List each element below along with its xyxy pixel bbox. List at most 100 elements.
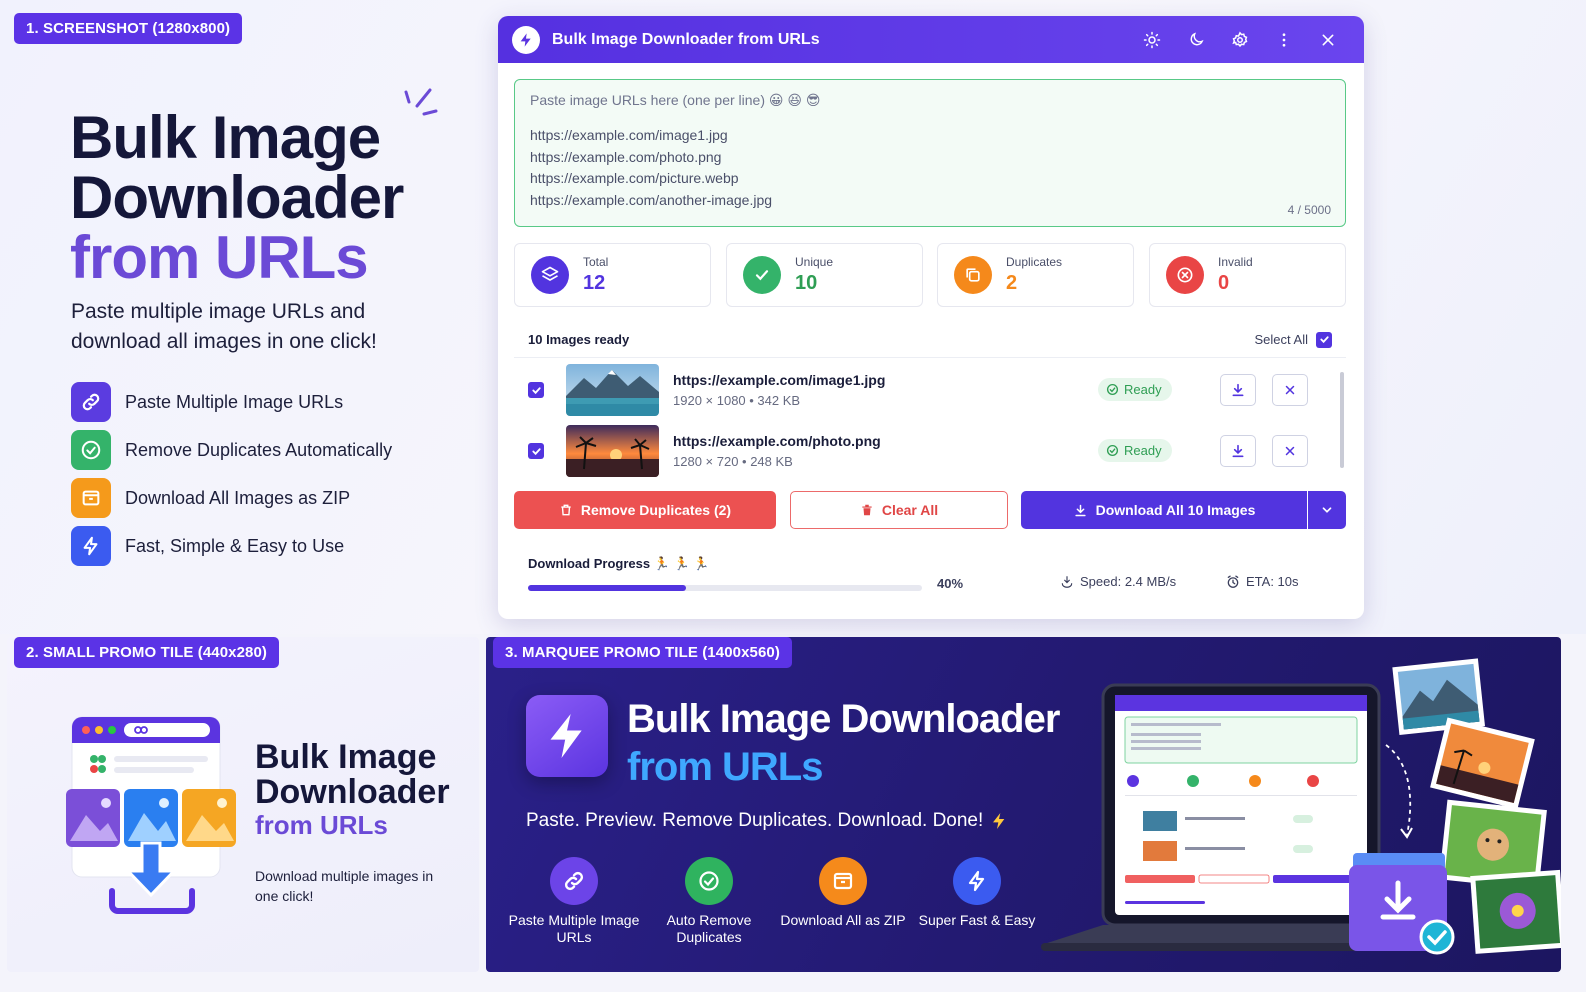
link-icon (71, 382, 111, 422)
select-all-checkbox[interactable] (1316, 331, 1332, 348)
images-ready-count: 10 Images ready (528, 332, 630, 347)
bolt-icon (71, 526, 111, 566)
remove-image-button[interactable] (1272, 374, 1308, 406)
hero-subtitle: Paste multiple image URLs and download a… (71, 300, 377, 353)
stat-value: 2 (1006, 272, 1018, 294)
stat-label: Unique (795, 255, 834, 269)
feature-fast: Fast, Simple & Easy to Use (71, 526, 344, 566)
image-thumbnail-sunset-palms (566, 425, 659, 477)
download-speed-text: Speed: 2.4 MB/s (1080, 574, 1177, 589)
remove-duplicates-button[interactable]: Remove Duplicates (2) (514, 491, 776, 529)
download-speed-icon (1061, 575, 1073, 588)
download-progress: Download Progress 🏃 🏃 🏃 40% Speed: 2.4 M… (514, 546, 1346, 606)
stat-value: 0 (1218, 272, 1230, 294)
select-all[interactable]: Select All (1255, 331, 1332, 348)
check-circle-icon (1106, 383, 1119, 396)
clear-all-button[interactable]: Clear All (790, 491, 1008, 529)
list-scrollbar[interactable] (1340, 372, 1344, 468)
app-title: Bulk Image Downloader from URLs (552, 30, 820, 48)
marquee-feature-duplicates: Auto Remove Duplicates (639, 857, 779, 946)
image-list: 10 Images ready Select All https://examp… (514, 322, 1346, 482)
url-textarea-placeholder: Paste image URLs here (one per line) 😀 😆… (530, 92, 821, 108)
feature-label: Fast, Simple & Easy to Use (125, 535, 345, 556)
stat-value: 10 (795, 272, 818, 294)
download-all-label: Download All 10 Images (1095, 502, 1256, 518)
screenshot-section: 1. SCREENSHOT (1280x800) Bulk Image Down… (0, 0, 1586, 634)
image-meta: 1920 × 1080 • 342 KB (673, 393, 801, 408)
marquee-title: Bulk Image Downloader from URLs (627, 695, 1060, 791)
stat-invalid: Invalid 0 (1149, 243, 1346, 307)
feature-label: Remove Duplicates Automatically (125, 439, 393, 460)
download-image-button[interactable] (1220, 374, 1256, 406)
hero-title-accent: from URLs (70, 224, 369, 291)
small-promo-subtitle: Download multiple images in one click! (255, 868, 434, 904)
close-icon (1285, 385, 1295, 395)
download-image-button[interactable] (1220, 435, 1256, 467)
sparkle-decoration (404, 88, 438, 116)
archive-icon (71, 478, 111, 518)
progress-track (528, 585, 922, 591)
promo-illustration (66, 716, 236, 914)
image-checkbox[interactable] (528, 443, 544, 459)
app-window: Bulk Image Downloader from URLs Paste im… (498, 16, 1364, 619)
close-icon[interactable] (1306, 25, 1350, 55)
image-thumbnail-mountain-lake (566, 364, 659, 416)
small-promo-title-line: Downloader (255, 773, 450, 811)
image-url: https://example.com/image1.jpg (673, 372, 886, 388)
dark-theme-icon[interactable] (1174, 25, 1218, 55)
download-icon (1075, 504, 1086, 516)
app-logo-bolt-icon (512, 25, 540, 54)
remove-duplicates-label: Remove Duplicates (2) (580, 502, 732, 518)
feature-label: Paste Multiple Image URLs (125, 391, 344, 412)
eta-text: ETA: 10s (1246, 574, 1299, 589)
stat-total: Total 12 (514, 243, 711, 307)
download-options-dropdown[interactable] (1308, 491, 1346, 529)
hero-title: Bulk Image Downloader from URLs (70, 104, 404, 291)
url-textarea[interactable]: Paste image URLs here (one per line) 😀 😆… (514, 79, 1346, 227)
progress-percent: 40% (937, 576, 964, 591)
marquee-feature-zip: Download All as ZIP (773, 857, 913, 929)
small-promo-title-line: Bulk Image (255, 738, 437, 776)
settings-gear-icon[interactable] (1218, 25, 1262, 55)
hero-title-line: Downloader (70, 164, 404, 231)
progress-label: Download Progress 🏃 🏃 🏃 (528, 556, 710, 571)
section-tag: 3. MARQUEE PROMO TILE (1400x560) (493, 637, 792, 668)
download-all-button[interactable]: Download All 10 Images (1021, 491, 1307, 529)
url-line: https://example.com/another-image.jpg (530, 191, 773, 208)
alarm-clock-icon (1227, 575, 1239, 588)
small-promo-title: Bulk Image Downloader from URLs (255, 738, 450, 841)
check-icon (743, 256, 781, 294)
layers-icon (531, 256, 569, 294)
progress-fill (528, 585, 686, 591)
feature-zip: Download All Images as ZIP (71, 478, 350, 518)
stat-unique: Unique 10 (726, 243, 923, 307)
check-circle-icon (71, 430, 111, 470)
image-checkbox[interactable] (528, 382, 544, 398)
link-icon (550, 857, 598, 905)
status-label: Ready (1124, 382, 1162, 397)
feature-paste: Paste Multiple Image URLs (71, 382, 343, 422)
stat-duplicates: Duplicates 2 (937, 243, 1134, 307)
status-badge: Ready (1098, 439, 1172, 462)
marquee-promo-section: 3. MARQUEE PROMO TILE (1400x560) Bulk Im… (486, 637, 1561, 972)
marquee-feature-label: Super Fast & Easy (918, 912, 1036, 928)
more-vertical-icon[interactable] (1262, 25, 1306, 55)
small-promo-title-accent: from URLs (255, 810, 388, 840)
archive-icon (819, 857, 867, 905)
image-url: https://example.com/photo.png (673, 433, 881, 449)
marquee-feature-label: Paste Multiple Image URLs (508, 912, 640, 945)
download-icon (1232, 383, 1244, 397)
marquee-feature-label: Download All as ZIP (780, 912, 906, 928)
status-badge: Ready (1098, 378, 1172, 401)
light-theme-icon[interactable] (1130, 25, 1174, 55)
feature-label: Download All Images as ZIP (125, 487, 351, 508)
marquee-tagline-text: Paste. Preview. Remove Duplicates. Downl… (526, 810, 984, 831)
remove-image-button[interactable] (1272, 435, 1308, 467)
hero-title-line: Bulk Image (70, 104, 381, 171)
image-meta: 1280 × 720 • 248 KB (673, 454, 793, 469)
section-tag: 2. SMALL PROMO TILE (440x280) (14, 637, 280, 668)
trash-icon (561, 504, 571, 516)
bolt-icon (953, 857, 1001, 905)
marquee-title-accent: from URLs (627, 745, 823, 789)
section-tag: 1. SCREENSHOT (1280x800) (14, 13, 243, 44)
